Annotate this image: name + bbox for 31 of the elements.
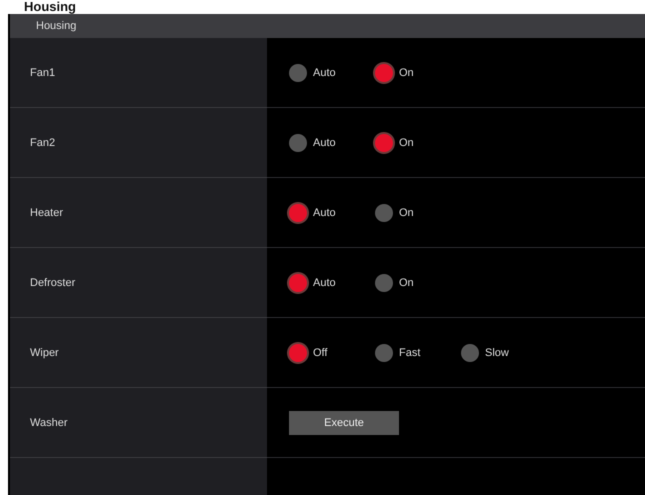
radio-icon[interactable] [461, 344, 479, 362]
radio-option[interactable]: On [375, 134, 445, 152]
radio-icon[interactable] [289, 274, 307, 292]
radio-option[interactable]: Auto [289, 274, 359, 292]
setting-label: Washer [30, 416, 68, 428]
page-heading: Housing [23, 0, 77, 14]
radio-icon[interactable] [375, 344, 393, 362]
setting-label: Defroster [30, 276, 76, 288]
radio-option[interactable]: Slow [461, 344, 531, 362]
radio-option[interactable]: Auto [289, 64, 359, 82]
section-title: Housing [36, 20, 76, 32]
radio-icon[interactable] [375, 64, 393, 82]
radio-icon[interactable] [375, 274, 393, 292]
radio-icon[interactable] [375, 204, 393, 222]
radio-option[interactable]: On [375, 64, 445, 82]
radio-option[interactable]: On [375, 204, 445, 222]
setting-label: Heater [30, 206, 64, 218]
radio-icon[interactable] [375, 134, 393, 152]
radio-option[interactable]: Fast [375, 344, 445, 362]
radio-option[interactable]: Auto [289, 134, 359, 152]
execute-button[interactable]: Execute [289, 410, 399, 434]
radio-option[interactable]: Off [289, 344, 359, 362]
radio-icon[interactable] [289, 344, 307, 362]
setting-label: Fan2 [30, 136, 56, 148]
radio-icon[interactable] [289, 204, 307, 222]
setting-label: Wiper [30, 346, 59, 358]
radio-option[interactable]: On [375, 274, 445, 292]
setting-label: Fan1 [30, 66, 56, 78]
radio-icon[interactable] [289, 64, 307, 82]
radio-icon[interactable] [289, 134, 307, 152]
radio-option[interactable]: Auto [289, 204, 359, 222]
